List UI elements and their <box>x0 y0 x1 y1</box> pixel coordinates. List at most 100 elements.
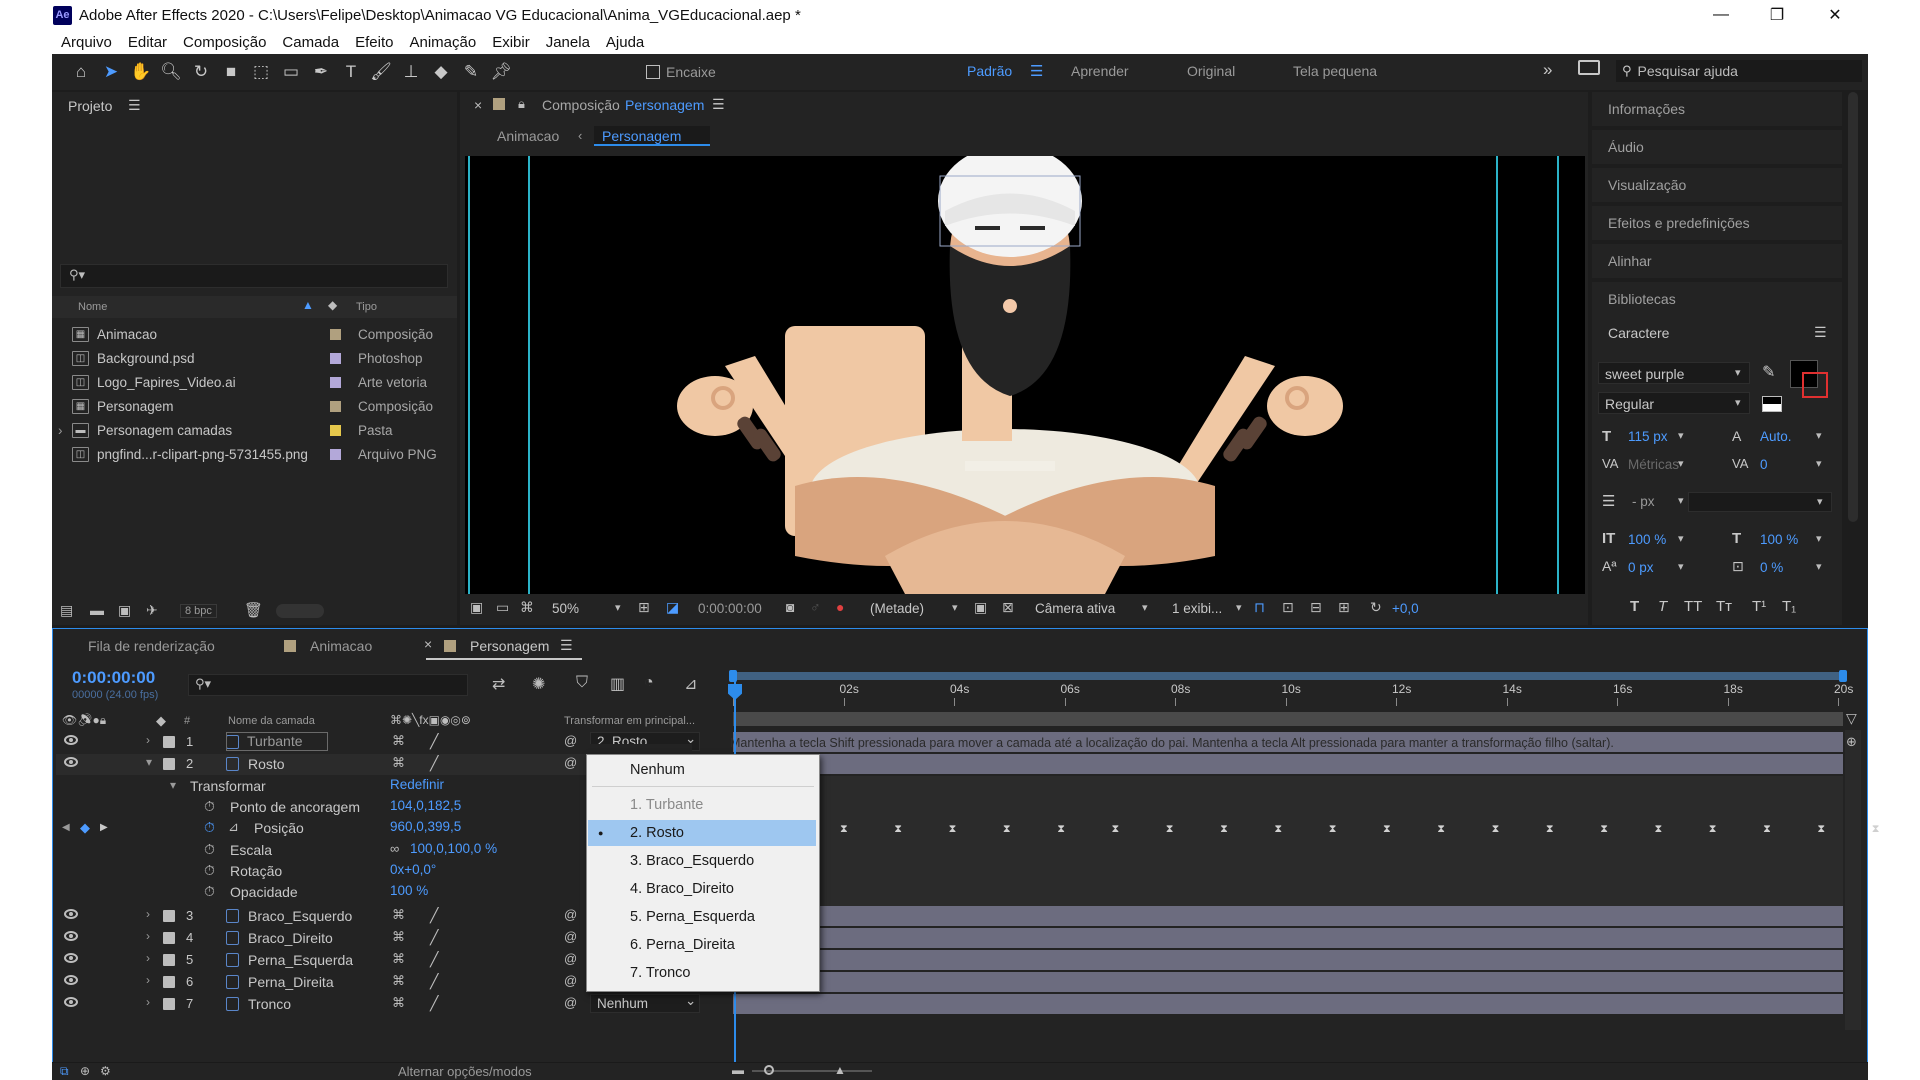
more-workspaces-button[interactable]: » <box>1543 60 1552 80</box>
composition-viewer[interactable] <box>465 156 1585 594</box>
tab-animacao[interactable]: Animacao <box>310 638 372 654</box>
layer-label-swatch[interactable] <box>163 736 175 748</box>
brush-tool-icon[interactable]: 🖌︎ <box>366 57 396 87</box>
parent-option[interactable]: ● 2. Rosto <box>588 820 816 846</box>
help-search-box[interactable]: ⚲ Pesquisar ajuda <box>1616 60 1862 82</box>
keyframe-marker[interactable]: ⧗ <box>1220 824 1230 835</box>
zoom-out-icon[interactable]: ▬ <box>732 1063 744 1077</box>
project-item[interactable]: ▦ Personagem Composição <box>72 394 452 418</box>
stopwatch-icon[interactable]: ⏱ <box>204 819 215 836</box>
resolution-dropdown[interactable]: (Metade) <box>870 601 924 616</box>
layer-label-swatch[interactable] <box>163 954 175 966</box>
keyframe-marker[interactable]: ⧗ <box>1057 824 1067 835</box>
keyframe-marker[interactable]: ⧗ <box>1872 824 1882 835</box>
tab-render-queue[interactable]: Fila de renderização <box>88 638 215 654</box>
bit-depth-button[interactable]: 8 bpc <box>180 604 217 618</box>
keyboard-icon[interactable] <box>1578 60 1600 75</box>
comp-marker-bin-icon[interactable]: ▽ <box>1846 710 1857 727</box>
timeline-icon[interactable]: ⊟ <box>1310 599 1322 616</box>
in-out-stretch-icon[interactable]: ⚙ <box>100 1064 111 1078</box>
trash-icon[interactable]: 🗑︎ <box>244 601 263 619</box>
layer-name[interactable]: Perna_Esquerda <box>248 952 353 968</box>
parent-option[interactable]: Nenhum <box>588 757 816 783</box>
transform-property-value[interactable]: 0x+0,0° <box>390 862 436 877</box>
zoom-in-icon[interactable]: ▲ <box>834 1063 846 1077</box>
shy-switch-icon[interactable]: ⌘ <box>392 929 405 945</box>
menu-item[interactable]: Exibir <box>492 34 530 51</box>
resolution-grid-icon[interactable]: ⊞ <box>638 599 650 616</box>
transform-group-label[interactable]: Transformar <box>190 778 266 794</box>
tsume-value[interactable]: 0 % <box>1760 560 1783 575</box>
menu-item[interactable]: Arquivo <box>61 34 112 51</box>
visibility-eye-icon[interactable] <box>64 975 78 985</box>
stopwatch-icon[interactable]: ⏱ <box>204 841 215 858</box>
hand-tool-icon[interactable]: ✋ <box>126 57 156 87</box>
layer-label-swatch[interactable] <box>163 998 175 1010</box>
pick-whip-icon[interactable]: @ <box>564 907 577 922</box>
graph-editor-icon[interactable]: ⊿ <box>684 674 697 694</box>
visibility-eye-icon[interactable] <box>64 757 78 767</box>
zoom-tool-icon[interactable]: 🔍︎ <box>156 57 186 87</box>
expand-triangle-icon[interactable]: › <box>146 951 150 965</box>
layer-name[interactable]: Tronco <box>248 996 291 1012</box>
timeline-scrollbar[interactable] <box>1845 730 1861 1030</box>
shy-switch-icon[interactable]: ⌘ <box>392 733 405 749</box>
pick-whip-icon[interactable]: @ <box>564 929 577 944</box>
column-name[interactable]: Nome <box>78 301 107 313</box>
menu-item[interactable]: Composição <box>183 34 266 51</box>
draft-3d-icon[interactable]: ✺ <box>532 674 545 694</box>
faux-bold-icon[interactable]: T <box>1630 598 1639 615</box>
lock-icon[interactable]: 🔒︎ <box>518 96 525 112</box>
parent-option[interactable]: 1. Turbante <box>588 792 816 818</box>
layer-name-header[interactable]: Nome da camada <box>228 715 315 727</box>
layer-search-input[interactable]: ⚲▾ <box>188 674 468 696</box>
shy-switch-icon[interactable]: ⌘ <box>392 951 405 967</box>
font-size-value[interactable]: 115 px <box>1628 429 1668 444</box>
pick-whip-icon[interactable]: @ <box>564 973 577 988</box>
label-swatch[interactable] <box>330 376 341 388</box>
new-composition-icon[interactable]: ▣ <box>118 602 131 619</box>
keyframe-marker[interactable]: ⧗ <box>1763 824 1773 835</box>
stroke-width-value[interactable]: - px <box>1632 494 1655 509</box>
eraser-tool-icon[interactable]: ◆ <box>426 57 456 87</box>
layer-label-swatch[interactable] <box>163 976 175 988</box>
motion-blur-icon[interactable]: ◔ <box>644 674 654 692</box>
kerning-value[interactable]: Métricas <box>1628 457 1679 472</box>
pan-behind-tool-icon[interactable]: ⬚ <box>246 57 276 87</box>
stroke-color-swatch[interactable] <box>1802 372 1828 398</box>
transform-property-value[interactable]: 100,0,100,0 % <box>410 841 497 856</box>
expand-triangle-icon[interactable]: ▾ <box>146 755 152 769</box>
keyframe-marker[interactable]: ⧗ <box>1546 824 1556 835</box>
snapshot-camera-icon[interactable]: ◙ <box>786 599 794 615</box>
interpret-footage-icon[interactable]: ▤ <box>60 602 73 619</box>
all-caps-icon[interactable]: TT <box>1684 598 1702 615</box>
zoom-slider-thumb[interactable] <box>764 1065 774 1075</box>
parent-option[interactable]: 4. Braco_Direito <box>588 876 816 902</box>
keyframe-marker[interactable]: ⧗ <box>840 824 850 835</box>
shy-switch-icon[interactable]: ⌘ <box>392 973 405 989</box>
workspace-padrao[interactable]: Padrão <box>967 63 1012 79</box>
maximize-button[interactable]: ❐ <box>1754 0 1800 30</box>
stroke-style-dropdown[interactable]: ▾ <box>1688 492 1832 512</box>
expand-triangle-icon[interactable]: › <box>146 907 150 921</box>
clone-stamp-tool-icon[interactable]: ⊥ <box>396 57 426 87</box>
keyframe-marker[interactable]: ⧗ <box>1003 824 1013 835</box>
graph-icon[interactable]: ⊿ <box>228 819 239 835</box>
breadcrumb-personagem[interactable]: Personagem <box>594 126 710 146</box>
label-swatch[interactable] <box>330 328 341 340</box>
workspace-menu-icon[interactable]: ☰ <box>1030 62 1043 80</box>
project-search-input[interactable]: ⚲▾ <box>60 264 448 288</box>
work-area-bar[interactable] <box>729 670 1847 682</box>
menu-item[interactable]: Janela <box>546 34 590 51</box>
comp-tab-name[interactable]: Personagem <box>625 97 704 113</box>
right-panel-item[interactable]: Alinhar <box>1592 244 1842 280</box>
toggle-pixel-aspect-icon[interactable]: ⊓ <box>1254 599 1265 616</box>
timeline-timecode[interactable]: 0:00:00:00 <box>72 668 155 688</box>
selection-tool-icon[interactable]: ➤ <box>96 57 126 87</box>
menu-item[interactable]: Animação <box>409 34 476 51</box>
close-tab-icon[interactable]: × <box>474 97 482 113</box>
show-snapshot-icon[interactable]: ♂ <box>810 599 821 615</box>
collapse-triangle-icon[interactable]: ▾ <box>170 778 176 792</box>
tracking-value[interactable]: 0 <box>1760 457 1768 472</box>
right-panel-item[interactable]: Efeitos e predefinições <box>1592 206 1842 242</box>
